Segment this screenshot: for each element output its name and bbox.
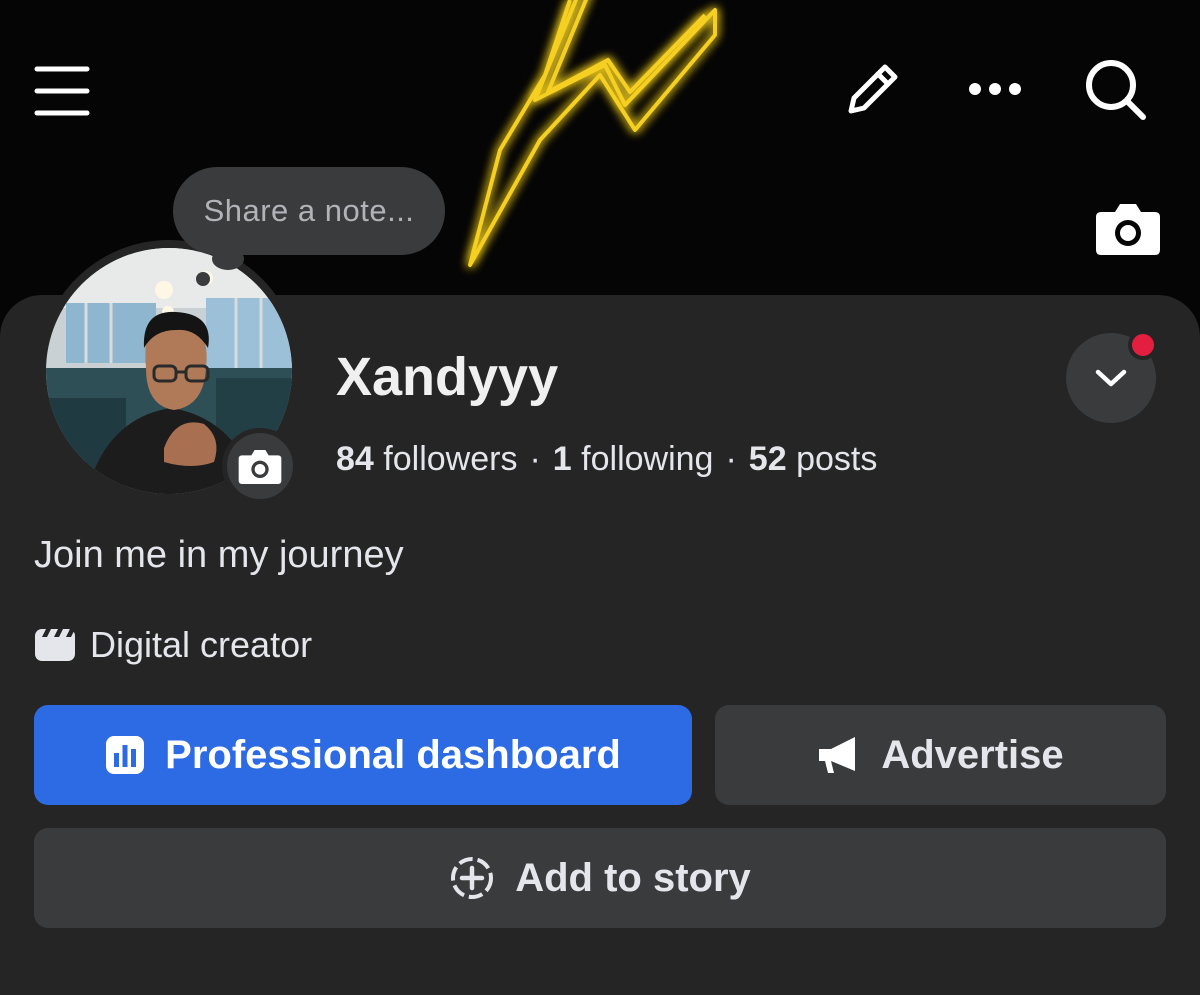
- camera-icon: [238, 450, 282, 484]
- posts-count: 52: [748, 440, 787, 478]
- category-label: Digital creator: [90, 624, 313, 665]
- avatar-camera-button[interactable]: [222, 428, 298, 504]
- more-dots-icon: [969, 83, 1021, 95]
- menu-button[interactable]: [22, 52, 102, 124]
- professional-dashboard-label: Professional dashboard: [165, 732, 621, 777]
- profile-name: Xandyyy: [336, 347, 559, 407]
- add-to-story-label: Add to story: [515, 855, 751, 900]
- posts-label: posts: [796, 440, 878, 478]
- edit-profile-button[interactable]: [836, 54, 908, 126]
- add-story-plus-icon: [449, 855, 495, 901]
- hamburger-menu-icon: [34, 66, 90, 116]
- notification-dot: [1128, 330, 1158, 360]
- clapperboard-icon: [34, 628, 76, 662]
- note-placeholder: Share a note...: [203, 193, 415, 228]
- following-link[interactable]: 1 following: [553, 440, 714, 478]
- share-note-bubble[interactable]: Share a note...: [173, 167, 445, 255]
- profile-bio: Join me in my journey: [34, 534, 404, 576]
- posts-link[interactable]: 52 posts: [749, 440, 878, 478]
- dashboard-chart-icon: [105, 735, 145, 775]
- advertise-button[interactable]: Advertise: [715, 705, 1166, 805]
- camera-icon: [1096, 204, 1160, 255]
- followers-label: followers: [383, 440, 518, 478]
- profile-category: Digital creator: [34, 624, 312, 666]
- search-icon: [1086, 60, 1146, 120]
- followers-count: 84: [336, 440, 374, 478]
- search-button[interactable]: [1076, 52, 1156, 128]
- following-label: following: [581, 440, 714, 478]
- note-bubble-tail-dot: [196, 272, 210, 286]
- neon-lightning-bolt-image: [468, 0, 717, 267]
- profile-stats: 84 followers · 1 following · 52 posts: [336, 440, 877, 479]
- advertise-label: Advertise: [881, 732, 1064, 777]
- stats-separator: ·: [529, 440, 541, 478]
- stats-separator: ·: [725, 440, 737, 478]
- pencil-icon: [848, 64, 898, 114]
- add-to-story-button[interactable]: Add to story: [34, 828, 1166, 928]
- following-count: 1: [552, 440, 572, 478]
- followers-link[interactable]: 84 followers: [336, 440, 517, 478]
- cover-camera-button[interactable]: [1090, 196, 1166, 260]
- professional-dashboard-button[interactable]: Professional dashboard: [34, 705, 692, 805]
- note-bubble-tail: [212, 248, 244, 270]
- chevron-down-icon: [1095, 369, 1127, 387]
- more-options-button[interactable]: [958, 60, 1032, 118]
- megaphone-icon: [817, 735, 861, 775]
